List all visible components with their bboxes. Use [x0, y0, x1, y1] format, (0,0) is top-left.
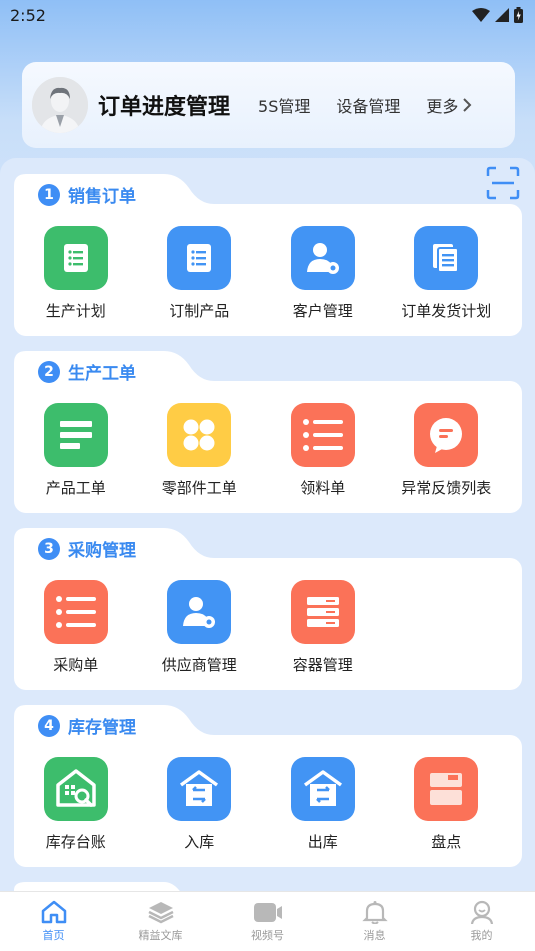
section-header: 2 生产工单	[38, 359, 136, 384]
list-doc-icon	[43, 226, 108, 290]
item-label: 库存台账	[45, 833, 106, 851]
warehouse-search-icon	[43, 757, 108, 821]
item-parts-work-order[interactable]: 零部件工单	[138, 403, 262, 498]
item-customer-management[interactable]: 客户管理	[261, 226, 385, 321]
section-title: 销售订单	[68, 187, 136, 207]
item-stock-out[interactable]: 出库	[261, 757, 385, 852]
section-number: 4	[38, 714, 60, 737]
item-stock-in[interactable]: 入库	[138, 757, 262, 852]
section-header: 4 库存管理	[38, 713, 136, 738]
item-label: 供应商管理	[161, 656, 237, 674]
item-label: 生产计划	[45, 302, 106, 320]
section-title: 生产工单	[68, 364, 136, 384]
item-label: 零部件工单	[161, 479, 237, 497]
nav-home[interactable]: 首页	[0, 892, 107, 951]
section-title: 库存管理	[68, 718, 136, 738]
user-gear-icon	[167, 580, 232, 644]
bullet-list-icon	[43, 580, 108, 644]
nav-library[interactable]: 精益文库	[107, 892, 214, 951]
page-title: 订单进度管理	[98, 95, 231, 120]
section-number: 3	[38, 537, 60, 560]
item-label: 采购单	[53, 656, 99, 674]
header-card: 订单进度管理 5S管理 设备管理 更多	[22, 62, 515, 148]
section-grid: 生产计划 订制产品 客户管理 订单发货计划	[14, 226, 522, 321]
avatar[interactable]	[32, 77, 88, 133]
box-icon	[414, 757, 479, 821]
section-purchasing: 3 采购管理 采购单 供应商管理 容器管理	[14, 528, 522, 690]
warehouse-in-icon	[167, 757, 232, 821]
status-icons	[472, 7, 523, 23]
nav-label: 视频号	[251, 929, 284, 942]
layers-icon	[147, 902, 174, 924]
bottom-nav: 首页 精益文库 视频号 消息 我的	[0, 891, 535, 951]
list-doc-icon	[167, 226, 232, 290]
bell-icon	[361, 901, 388, 924]
item-label: 盘点	[431, 833, 462, 851]
item-label: 领料单	[300, 479, 346, 497]
lines-icon	[43, 403, 108, 467]
warehouse-out-icon	[290, 757, 355, 821]
item-production-plan[interactable]: 生产计划	[14, 226, 138, 321]
profile-icon	[470, 900, 493, 924]
video-icon	[253, 903, 282, 922]
section-number: 1	[38, 183, 60, 206]
item-label: 客户管理	[292, 302, 353, 320]
home-icon	[41, 900, 66, 924]
status-bar: 2:52	[0, 0, 535, 30]
item-container-management[interactable]: 容器管理	[261, 580, 385, 675]
item-label: 订制产品	[169, 302, 230, 320]
section-header: 1 销售订单	[38, 182, 136, 207]
section-grid: 采购单 供应商管理 容器管理	[14, 580, 522, 675]
item-purchase-order[interactable]: 采购单	[14, 580, 138, 675]
person-avatar-icon	[32, 77, 88, 133]
section-grid: 产品工单 零部件工单 领料单 异常反馈列表	[14, 403, 522, 498]
item-label: 容器管理	[292, 656, 353, 674]
item-material-requisition[interactable]: 领料单	[261, 403, 385, 498]
signal-icon	[495, 8, 509, 22]
more-label: 更多	[426, 97, 459, 116]
nav-label: 我的	[470, 929, 493, 942]
item-custom-products[interactable]: 订制产品	[138, 226, 262, 321]
item-exception-feedback[interactable]: 异常反馈列表	[385, 403, 509, 498]
bullet-list-icon	[290, 403, 355, 467]
section-grid: 库存台账 入库 出库 盘点	[14, 757, 522, 852]
link-5s-management[interactable]: 5S管理	[258, 93, 310, 117]
section-header: 3 采购管理	[38, 536, 136, 561]
status-time: 2:52	[10, 5, 46, 25]
nav-label: 首页	[42, 929, 65, 942]
nav-messages[interactable]: 消息	[321, 892, 428, 951]
section-title: 采购管理	[68, 541, 136, 561]
section-inventory: 4 库存管理 库存台账 入库 出库 盘点	[14, 705, 522, 867]
item-stocktaking[interactable]: 盘点	[385, 757, 509, 852]
nav-video[interactable]: 视频号	[214, 892, 321, 951]
four-dots-icon	[167, 403, 232, 467]
chat-bubble-icon	[414, 403, 479, 467]
item-inventory-ledger[interactable]: 库存台账	[14, 757, 138, 852]
wifi-icon	[472, 8, 490, 22]
more-button[interactable]: 更多	[426, 93, 472, 117]
section-production-orders: 2 生产工单 产品工单 零部件工单 领料单 异常反馈列表	[14, 351, 522, 513]
item-label: 订单发货计划	[401, 302, 492, 320]
server-icon	[290, 580, 355, 644]
item-label: 产品工单	[45, 479, 106, 497]
user-gear-icon	[290, 226, 355, 290]
section-sales-orders: 1 销售订单 生产计划 订制产品 客户管理 订单发货计划	[14, 174, 522, 336]
item-label: 出库	[307, 833, 338, 851]
link-equipment-management[interactable]: 设备管理	[336, 93, 400, 117]
header-links: 5S管理 设备管理 更多	[258, 93, 472, 117]
item-label: 异常反馈列表	[401, 479, 492, 497]
battery-icon	[514, 7, 523, 23]
section-number: 2	[38, 360, 60, 383]
documents-icon	[414, 226, 479, 290]
item-label: 入库	[184, 833, 215, 851]
nav-profile[interactable]: 我的	[428, 892, 535, 951]
item-product-work-order[interactable]: 产品工单	[14, 403, 138, 498]
item-delivery-plan[interactable]: 订单发货计划	[385, 226, 509, 321]
nav-label: 精益文库	[138, 929, 183, 942]
chevron-right-icon	[463, 98, 472, 112]
nav-label: 消息	[363, 929, 386, 942]
item-supplier-management[interactable]: 供应商管理	[138, 580, 262, 675]
